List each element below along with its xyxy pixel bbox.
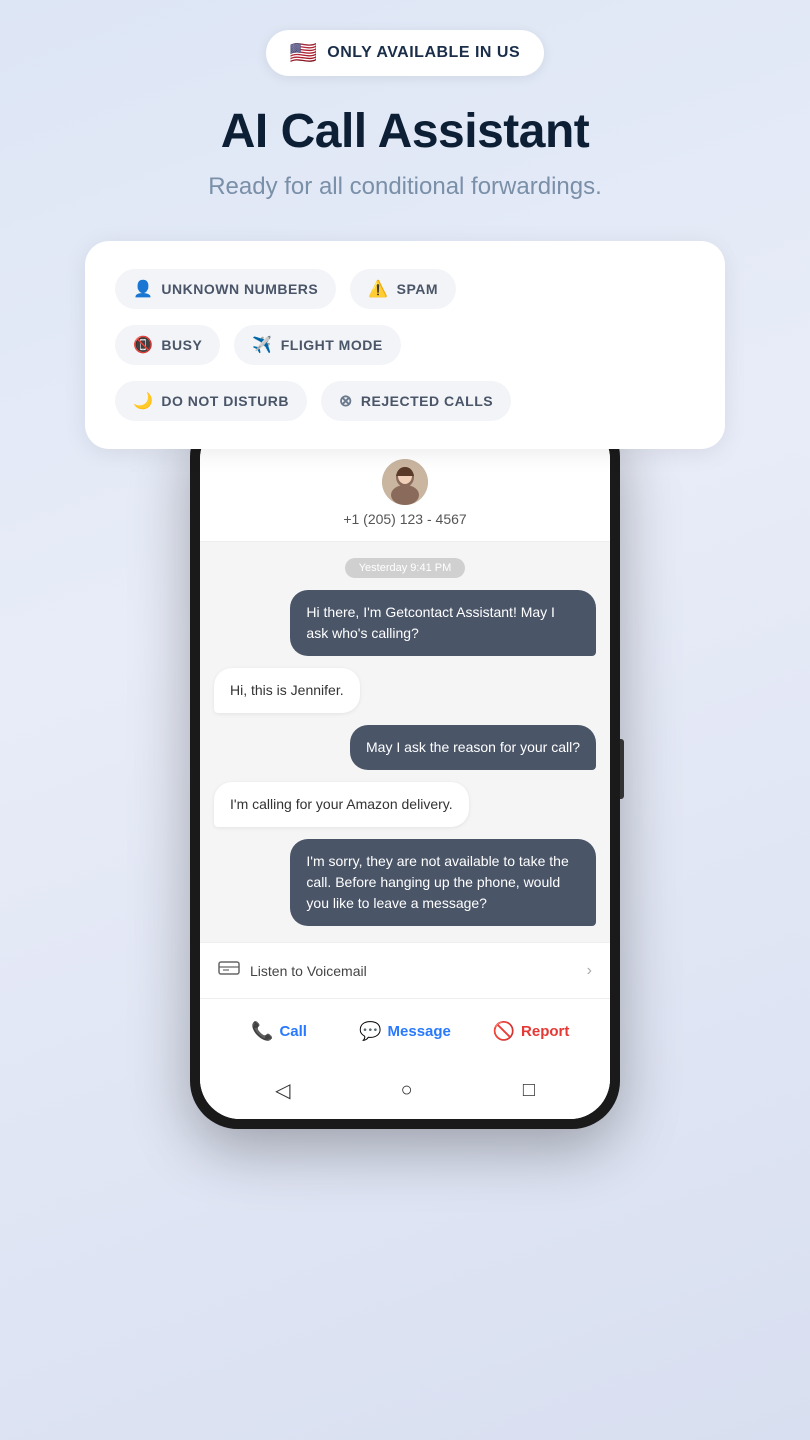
contact-phone: +1 (205) 123 - 4567 [343,511,466,527]
user-message-1: Hi, this is Jennifer. [214,668,360,713]
us-availability-badge: 🇺🇸 ONLY AVAILABLE IN US [266,30,544,76]
tag-label: UNKNOWN NUMBERS [161,281,318,297]
moon-icon: 🌙 [133,391,153,411]
phone-mockup: +1 (205) 123 - 4567 Yesterday 9:41 PM Hi… [190,409,620,1129]
back-icon[interactable]: ◁ [275,1078,290,1103]
tag-spam: ⚠️ SPAM [350,269,456,309]
feature-row-1: 👤 UNKNOWN NUMBERS ⚠️ SPAM [115,269,695,309]
ai-message-1: Hi there, I'm Getcontact Assistant! May … [290,590,596,656]
tag-unknown-numbers: 👤 UNKNOWN NUMBERS [115,269,336,309]
person-icon: 👤 [133,279,153,299]
message-icon: 💬 [359,1021,381,1042]
tag-label: SPAM [397,281,438,297]
voicemail-left: Listen to Voicemail [218,959,367,982]
page-subtitle: Ready for all conditional forwardings. [208,173,602,201]
feature-row-3: 🌙 DO NOT DISTURB ⊗ REJECTED CALLS [115,381,695,421]
ai-message-2: May I ask the reason for your call? [350,725,596,770]
tag-busy: 📵 BUSY [115,325,220,365]
tag-do-not-disturb: 🌙 DO NOT DISTURB [115,381,307,421]
page-title: AI Call Assistant [221,104,590,159]
ai-message-3: I'm sorry, they are not available to tak… [290,839,596,926]
report-button[interactable]: 🚫 Report [468,1011,594,1052]
message-button[interactable]: 💬 Message [342,1011,468,1052]
us-flag-icon: 🇺🇸 [290,40,317,66]
call-label: Call [279,1023,307,1040]
action-buttons: 📞 Call 💬 Message 🚫 Report [200,999,610,1064]
time-badge: Yesterday 9:41 PM [345,558,466,578]
tag-label: DO NOT DISTURB [161,393,289,409]
side-button [620,739,624,799]
call-button[interactable]: 📞 Call [216,1011,342,1052]
voicemail-label: Listen to Voicemail [250,963,367,979]
user-message-2: I'm calling for your Amazon delivery. [214,782,469,827]
us-badge-text: ONLY AVAILABLE IN US [327,44,520,62]
message-label: Message [388,1023,451,1040]
busy-icon: 📵 [133,335,153,355]
feature-row-2: 📵 BUSY ✈️ FLIGHT MODE [115,325,695,365]
tag-label: FLIGHT MODE [281,337,383,353]
feature-card: 👤 UNKNOWN NUMBERS ⚠️ SPAM 📵 BUSY ✈️ FLIG… [85,241,725,449]
report-icon: 🚫 [493,1021,515,1042]
airplane-icon: ✈️ [252,335,272,355]
phone-icon: 📞 [251,1021,273,1042]
contact-avatar [382,459,428,505]
home-icon[interactable]: ○ [401,1079,413,1102]
tag-flight-mode: ✈️ FLIGHT MODE [234,325,400,365]
warning-icon: ⚠️ [368,279,388,299]
tag-rejected-calls: ⊗ REJECTED CALLS [321,381,511,421]
tag-label: REJECTED CALLS [361,393,493,409]
chevron-right-icon: › [587,962,592,980]
voicemail-icon [218,959,240,982]
voicemail-row[interactable]: Listen to Voicemail › [200,942,610,999]
tag-label: BUSY [161,337,202,353]
phone-nav-bar: ◁ ○ □ [200,1064,610,1119]
chat-header: +1 (205) 123 - 4567 [200,447,610,542]
rejected-icon: ⊗ [339,391,353,411]
recents-icon[interactable]: □ [523,1079,535,1102]
messages-container: Yesterday 9:41 PM Hi there, I'm Getconta… [200,542,610,942]
report-label: Report [521,1023,569,1040]
